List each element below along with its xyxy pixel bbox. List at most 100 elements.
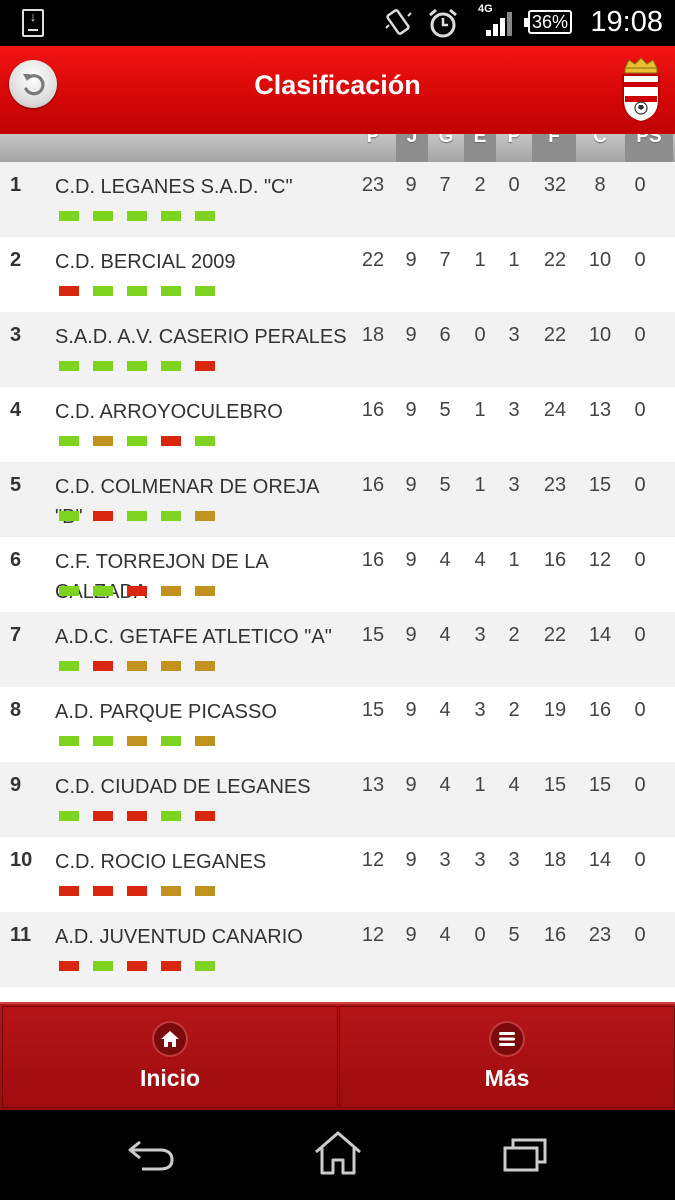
alarm-icon [429, 8, 457, 38]
row-stat-lost: 0 [508, 174, 520, 196]
table-row[interactable]: 2 C.D. BERCIAL 2009 22 9 7 1 1 22 10 0 [0, 237, 675, 312]
form-result-loss [127, 586, 147, 596]
form-result-draw [195, 661, 215, 671]
row-team-name: A.D.C. GETAFE ATLETICO "A" [55, 626, 332, 648]
form-result-win [93, 211, 113, 221]
row-stat-goals-for: 16 [543, 924, 567, 946]
row-position: 7 [10, 624, 22, 646]
form-result-draw [127, 661, 147, 671]
col-header-won[interactable]: G [430, 134, 462, 162]
form-result-win [127, 436, 147, 446]
form-result-win [195, 436, 215, 446]
form-result-win [59, 586, 79, 596]
row-stat-won: 6 [439, 324, 451, 346]
row-stat-won: 7 [439, 174, 451, 196]
row-stat-goals-against: 10 [588, 324, 612, 346]
row-stat-won: 3 [439, 849, 451, 871]
android-home-icon[interactable] [312, 1130, 364, 1176]
form-result-win [161, 511, 181, 521]
row-stat-goals-against: 14 [588, 624, 612, 646]
row-stat-lost: 1 [508, 249, 520, 271]
table-header: P J G E P F C PS [0, 134, 675, 162]
row-stat-goals-against: 10 [588, 249, 612, 271]
col-header-goals-against[interactable]: C [578, 134, 622, 162]
form-result-loss [93, 886, 113, 896]
row-stat-ps: 0 [634, 474, 646, 496]
more-button[interactable]: Más [339, 1006, 675, 1108]
home-icon [161, 1031, 179, 1047]
form-result-win [127, 361, 147, 371]
table-row[interactable]: 1 C.D. LEGANES S.A.D. "C" 23 9 7 2 0 32 8 0 [0, 162, 675, 237]
row-position: 1 [10, 174, 22, 196]
col-header-played[interactable]: J [396, 134, 428, 162]
row-stat-points: 13 [361, 774, 385, 796]
form-result-win [93, 736, 113, 746]
app-bar: Clasificación [0, 46, 675, 134]
row-team-name: C.D. CIUDAD DE LEGANES [55, 776, 311, 798]
row-stat-ps: 0 [634, 774, 646, 796]
form-result-win [195, 961, 215, 971]
row-stat-ps: 0 [634, 699, 646, 721]
row-stat-points: 16 [361, 399, 385, 421]
row-stat-ps: 0 [634, 324, 646, 346]
form-result-loss [93, 811, 113, 821]
form-result-win [93, 286, 113, 296]
table-row[interactable]: 9 C.D. CIUDAD DE LEGANES 13 9 4 1 4 15 15 0 [0, 762, 675, 837]
battery-icon: 36% [524, 10, 572, 34]
home-button[interactable]: Inicio [2, 1006, 338, 1108]
form-result-draw [195, 736, 215, 746]
form-result-win [161, 211, 181, 221]
row-stat-goals-against: 12 [588, 549, 612, 571]
form-result-loss [161, 436, 181, 446]
form-result-loss [93, 661, 113, 671]
android-recents-icon[interactable] [502, 1136, 550, 1174]
form-result-loss [93, 511, 113, 521]
standings-table[interactable]: 1 C.D. LEGANES S.A.D. "C" 23 9 7 2 0 32 8 0 2 C.D. … [0, 162, 675, 1002]
col-header-drawn[interactable]: E [464, 134, 496, 162]
system-nav-bar [0, 1110, 675, 1200]
col-header-goals-for[interactable]: F [532, 134, 576, 162]
table-row[interactable]: 7 A.D.C. GETAFE ATLETICO "A" 15 9 4 3 2 22 14 0 [0, 612, 675, 687]
row-stat-ps: 0 [634, 174, 646, 196]
row-position: 8 [10, 699, 22, 721]
menu-icon [499, 1032, 515, 1046]
form-result-win [59, 736, 79, 746]
col-header-points[interactable]: P [355, 134, 391, 162]
row-stat-points: 12 [361, 849, 385, 871]
form-result-win [93, 961, 113, 971]
col-header-ps[interactable]: PS [625, 134, 673, 162]
table-row[interactable]: 5C.D. COLMENAR DE OREJA "B"16951323150 [0, 462, 675, 537]
row-stat-won: 4 [439, 549, 451, 571]
row-stat-goals-for: 19 [543, 699, 567, 721]
table-row[interactable]: 10 C.D. ROCIO LEGANES 12 9 3 3 3 18 14 0 [0, 837, 675, 912]
form-result-win [195, 211, 215, 221]
android-back-icon[interactable] [126, 1136, 176, 1172]
row-position: 2 [10, 249, 22, 271]
row-stat-won: 4 [439, 924, 451, 946]
table-row[interactable]: 8 A.D. PARQUE PICASSO 15 9 4 3 2 19 16 0 [0, 687, 675, 762]
table-row[interactable]: 11 A.D. JUVENTUD CANARIO 12 9 4 0 5 16 23 0 [0, 912, 675, 987]
table-row[interactable]: 3 S.A.D. A.V. CASERIO PERALES 18 9 6 0 3 22 10 0 [0, 312, 675, 387]
col-header-lost[interactable]: P [498, 134, 530, 162]
home-label: Inicio [139, 1065, 201, 1091]
row-stat-lost: 2 [508, 624, 520, 646]
form-result-win [59, 436, 79, 446]
row-stat-lost: 2 [508, 699, 520, 721]
form-result-loss [59, 961, 79, 971]
form-result-win [127, 286, 147, 296]
form-result-loss [127, 886, 147, 896]
row-stat-points: 18 [361, 324, 385, 346]
vibrate-icon [385, 9, 412, 35]
row-team-name: C.D. LEGANES S.A.D. "C" [55, 176, 293, 198]
row-stat-lost: 3 [508, 474, 520, 496]
form-result-loss [195, 811, 215, 821]
row-stat-goals-against: 16 [588, 699, 612, 721]
row-stat-points: 15 [361, 624, 385, 646]
row-stat-goals-against: 8 [594, 174, 606, 196]
form-result-draw [127, 736, 147, 746]
table-row[interactable]: 6C.F. TORREJON DE LA CALZADA16944116120 [0, 537, 675, 612]
row-team-name: A.D. PARQUE PICASSO [55, 701, 277, 723]
row-position: 3 [10, 324, 22, 346]
table-row[interactable]: 4 C.D. ARROYOCULEBRO 16 9 5 1 3 24 13 0 [0, 387, 675, 462]
row-stat-points: 12 [361, 924, 385, 946]
